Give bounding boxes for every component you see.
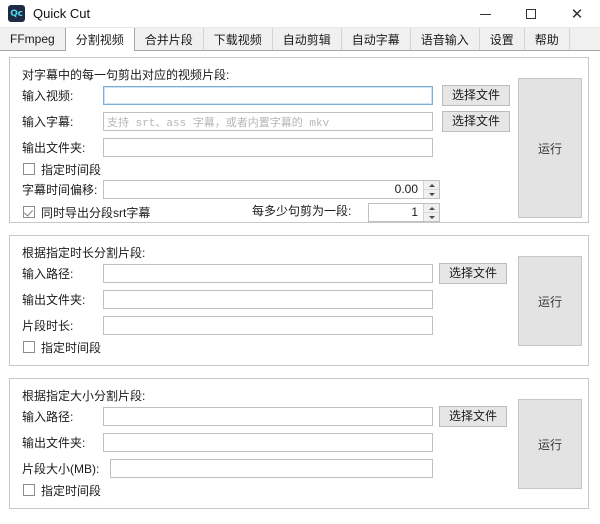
tab-voice-input[interactable]: 语音输入 [410, 28, 480, 50]
label-input-subtitle: 输入字幕: [22, 115, 74, 129]
tab-auto-subtitle[interactable]: 自动字幕 [341, 28, 411, 50]
panel-subtitle-split-title: 对字幕中的每一句剪出对应的视频片段: [22, 68, 230, 82]
checkbox-row-size-time-range[interactable]: 指定时间段 [23, 481, 101, 499]
checkbox-row-export-srt[interactable]: 同时导出分段srt字幕 [23, 203, 150, 221]
spinner-subtitle-offset-buttons [423, 181, 439, 198]
panel-duration-split: 根据指定时长分割片段: 输入路径: 选择文件 输出文件夹: 片段时长: 指定时间… [9, 235, 589, 366]
chevron-up-icon [428, 183, 435, 187]
maximize-icon [526, 9, 536, 19]
checkbox-size-time-range[interactable] [23, 484, 35, 496]
spinner-sentences-per-clip[interactable]: 1 [368, 203, 440, 222]
input-duration-output-folder[interactable] [103, 290, 433, 309]
chevron-down-icon [428, 215, 435, 219]
input-size-path[interactable] [103, 407, 433, 426]
close-button[interactable]: ✕ [554, 0, 600, 28]
chevron-up-icon [428, 206, 435, 210]
close-icon: ✕ [570, 4, 584, 23]
tab-split-video[interactable]: 分割视频 [64, 28, 135, 51]
spinner-offset-up-button[interactable] [424, 181, 439, 190]
browse-subtitle-button[interactable]: 选择文件 [442, 111, 510, 132]
input-subtitle-path[interactable] [103, 112, 433, 131]
input-segment-duration[interactable] [103, 316, 433, 335]
tab-merge-clips[interactable]: 合并片段 [134, 28, 204, 50]
window-title: Quick Cut [33, 6, 91, 21]
checkbox-time-range[interactable] [23, 163, 35, 175]
checkbox-row-duration-time-range[interactable]: 指定时间段 [23, 338, 101, 356]
input-size-output-folder[interactable] [103, 433, 433, 452]
window-controls: ✕ [462, 0, 600, 28]
tab-help[interactable]: 帮助 [524, 28, 570, 50]
input-segment-size[interactable] [110, 459, 433, 478]
run-size-split-button[interactable]: 运行 [518, 399, 582, 489]
spinner-sentences-up-button[interactable] [424, 204, 439, 213]
spinner-subtitle-offset[interactable]: 0.00 [103, 180, 440, 199]
label-output-folder: 输出文件夹: [22, 141, 86, 155]
split-video-page: 对字幕中的每一句剪出对应的视频片段: 输入视频: 选择文件 输入字幕: 选择文件… [0, 51, 600, 524]
label-duration-input-path: 输入路径: [22, 267, 74, 281]
input-output-folder[interactable] [103, 138, 433, 157]
spinner-offset-down-button[interactable] [424, 190, 439, 198]
tab-settings[interactable]: 设置 [479, 28, 525, 50]
run-duration-split-button[interactable]: 运行 [518, 256, 582, 346]
label-size-output-folder: 输出文件夹: [22, 436, 86, 450]
checkbox-export-srt[interactable] [23, 206, 35, 218]
label-segment-duration: 片段时长: [22, 319, 74, 333]
tab-download-video[interactable]: 下载视频 [203, 28, 273, 50]
maximize-button[interactable] [508, 0, 554, 28]
minimize-button[interactable] [462, 0, 508, 28]
panel-subtitle-split: 对字幕中的每一句剪出对应的视频片段: 输入视频: 选择文件 输入字幕: 选择文件… [9, 57, 589, 223]
label-sentences-per-clip: 每多少句剪为一段: [252, 204, 352, 218]
label-segment-size: 片段大小(MB): [22, 462, 100, 476]
tab-ffmpeg[interactable]: FFmpeg [0, 28, 66, 50]
label-subtitle-offset: 字幕时间偏移: [22, 183, 98, 197]
checkbox-duration-time-range-label: 指定时间段 [41, 340, 102, 355]
minimize-icon [479, 13, 491, 15]
label-input-video: 输入视频: [22, 89, 74, 103]
browse-size-input-button[interactable]: 选择文件 [439, 406, 507, 427]
app-icon: Qc [8, 5, 25, 22]
tab-bar: FFmpeg 分割视频 合并片段 下载视频 自动剪辑 自动字幕 语音输入 设置 … [0, 28, 600, 51]
checkbox-time-range-label: 指定时间段 [41, 162, 102, 177]
browse-duration-input-button[interactable]: 选择文件 [439, 263, 507, 284]
input-duration-path[interactable] [103, 264, 433, 283]
panel-size-split-title: 根据指定大小分割片段: [22, 389, 146, 403]
status-strip [0, 519, 600, 524]
spinner-subtitle-offset-value[interactable]: 0.00 [104, 181, 423, 198]
tab-bar-filler [569, 28, 600, 50]
spinner-sentences-buttons [423, 204, 439, 221]
panel-size-split: 根据指定大小分割片段: 输入路径: 选择文件 输出文件夹: 片段大小(MB): … [9, 378, 589, 509]
chevron-down-icon [428, 192, 435, 196]
label-duration-output-folder: 输出文件夹: [22, 293, 86, 307]
title-bar: Qc Quick Cut ✕ [0, 0, 600, 28]
panel-duration-split-title: 根据指定时长分割片段: [22, 246, 146, 260]
tab-auto-edit[interactable]: 自动剪辑 [272, 28, 342, 50]
checkbox-row-time-range[interactable]: 指定时间段 [23, 160, 101, 178]
input-video-path[interactable] [103, 86, 433, 105]
checkbox-duration-time-range[interactable] [23, 341, 35, 353]
label-size-input-path: 输入路径: [22, 410, 74, 424]
spinner-sentences-down-button[interactable] [424, 213, 439, 221]
browse-video-button[interactable]: 选择文件 [442, 85, 510, 106]
checkbox-size-time-range-label: 指定时间段 [41, 483, 102, 498]
checkbox-export-srt-label: 同时导出分段srt字幕 [41, 205, 151, 220]
spinner-sentences-value[interactable]: 1 [369, 204, 423, 221]
run-subtitle-split-button[interactable]: 运行 [518, 78, 582, 218]
